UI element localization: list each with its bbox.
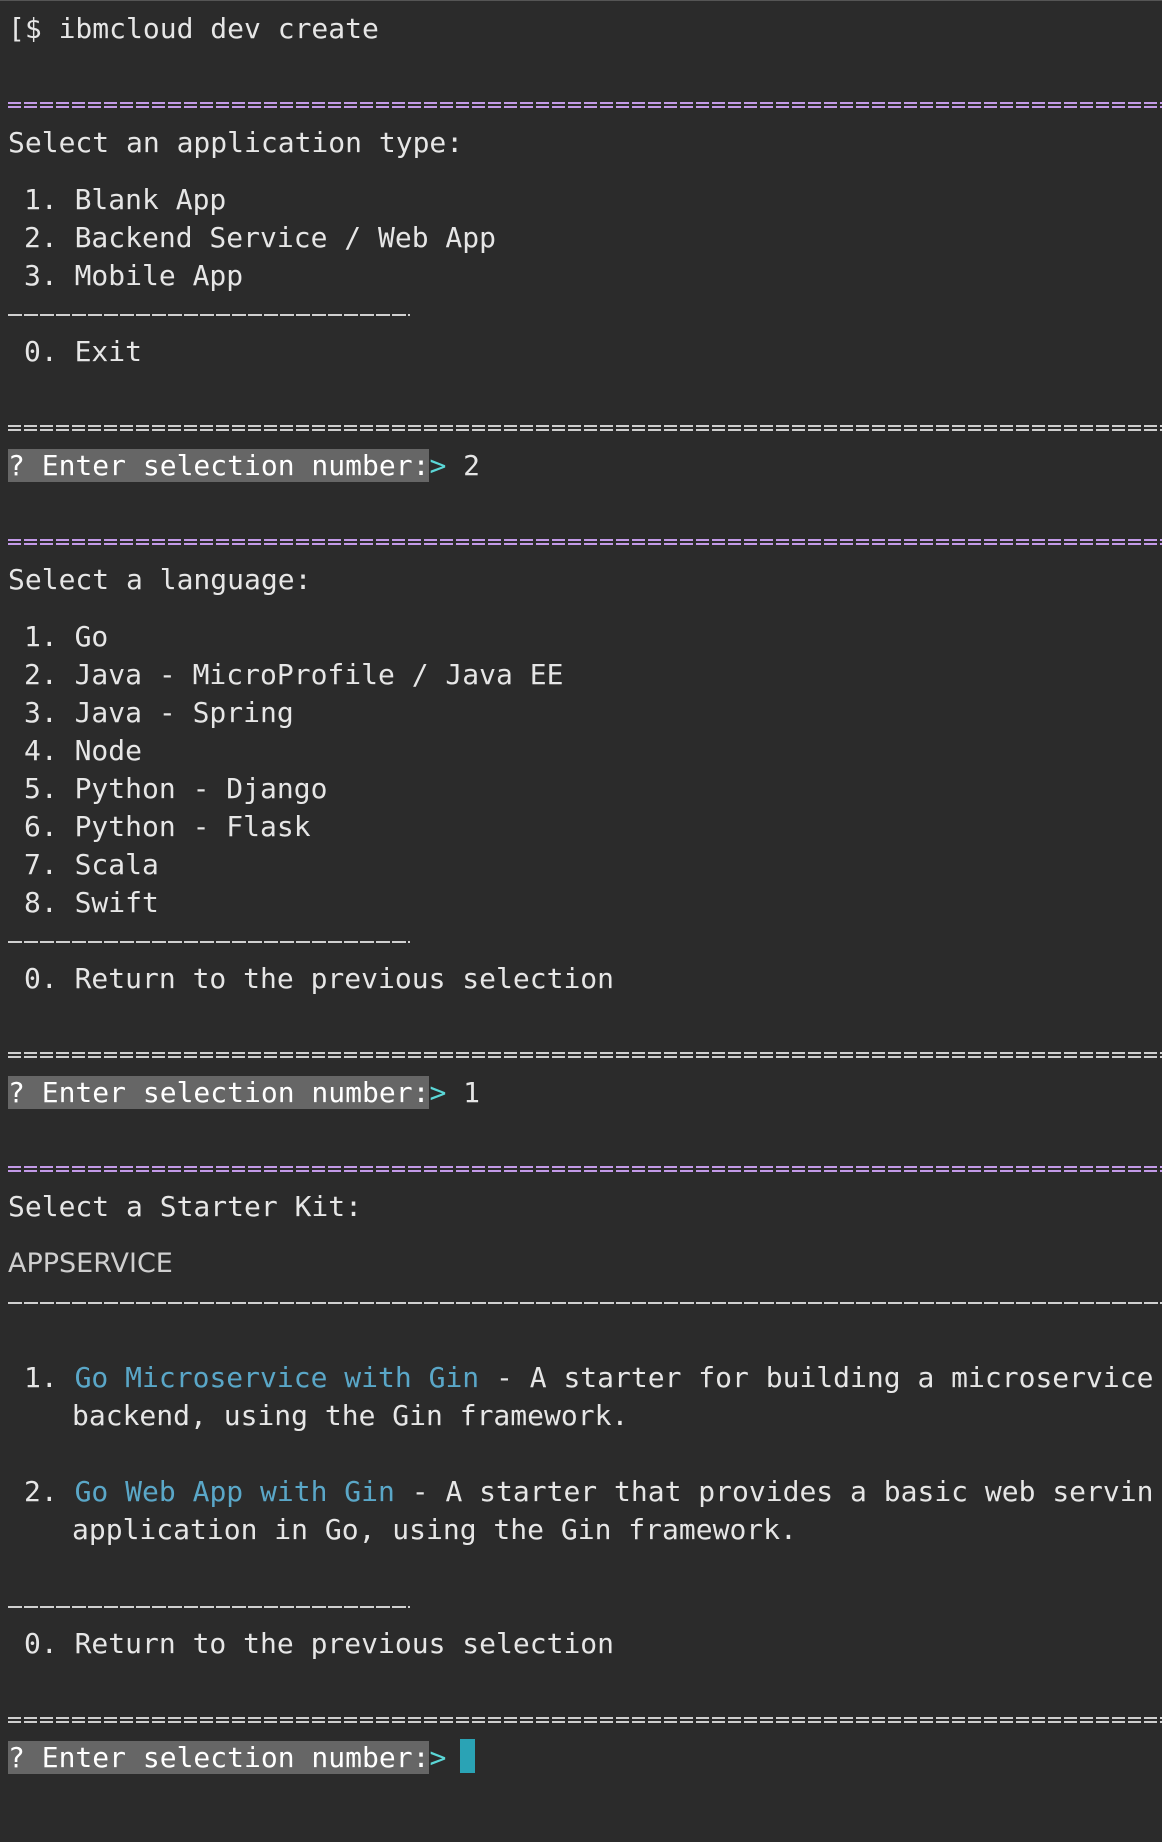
language-option: 3. Java - Spring [24,696,294,729]
options-separator [8,295,1154,333]
back-option: 0. Return to the previous selection [24,962,615,995]
kit-description-cont: application in Go, using the Gin framewo… [72,1513,797,1546]
language-option: 4. Node [24,734,143,767]
terminal-window[interactable]: [$ ibmcloud dev create Select an applica… [0,0,1162,1842]
app-type-option: 3. Mobile App [24,259,244,292]
prompt-label: ? Enter selection number: [8,449,430,482]
section-divider [8,1036,1154,1074]
exit-option: 0. Exit [24,335,143,368]
kit-name: Go Web App with Gin [74,1475,395,1508]
kit-number: 1. [24,1361,75,1394]
prompt-label: ? Enter selection number: [8,1076,430,1109]
selection-prompt: ? Enter selection number:> 2 [8,447,1154,485]
back-option: 0. Return to the previous selection [24,1627,615,1660]
prompt-caret: > [429,1741,447,1774]
section-divider [8,1701,1154,1739]
starter-kit-heading: Select a Starter Kit: [8,1190,363,1223]
language-option: 8. Swift [24,886,159,919]
prompt-caret: > [429,449,447,482]
kit-category: APPSERVICE [8,1248,173,1279]
language-option: 1. Go [24,620,109,653]
selection-prompt: ? Enter selection number:> 1 [8,1074,1154,1112]
kit-name: Go Microservice with Gin [74,1361,480,1394]
options-separator [8,922,1154,960]
prompt-caret: > [429,1076,447,1109]
app-type-option: 2. Backend Service / Web App [24,221,497,254]
section-divider [8,523,1154,561]
app-type-heading: Select an application type: [8,126,464,159]
language-option: 5. Python - Django [24,772,328,805]
language-option: 2. Java - MicroProfile / Java EE [24,658,564,691]
language-option: 7. Scala [24,848,159,881]
starter-kit-option: 2. Go Web App with Gin - A starter that … [8,1473,1154,1511]
starter-kit-option: 1. Go Microservice with Gin - A starter … [8,1359,1154,1397]
kit-description: - A starter that provides a basic web se… [394,1475,1154,1508]
prompt-answer: 2 [446,449,481,482]
section-divider [8,86,1154,124]
text-cursor[interactable] [460,1739,476,1773]
selection-prompt-active[interactable]: ? Enter selection number:> [8,1739,1154,1777]
kit-number: 2. [24,1475,75,1508]
section-divider [8,409,1154,447]
section-divider [8,1150,1154,1188]
language-heading: Select a language: [8,563,312,596]
language-option: 6. Python - Flask [24,810,311,843]
options-separator [8,1587,1154,1625]
prompt-answer: 1 [446,1076,481,1109]
kit-description-cont: backend, using the Gin framework. [72,1399,629,1432]
command-line: [$ ibmcloud dev create [8,12,379,45]
prompt-label: ? Enter selection number: [8,1741,430,1774]
kit-description: - A starter for building a microservice [479,1361,1154,1394]
category-separator [8,1283,1162,1321]
app-type-option: 1. Blank App [24,183,227,216]
